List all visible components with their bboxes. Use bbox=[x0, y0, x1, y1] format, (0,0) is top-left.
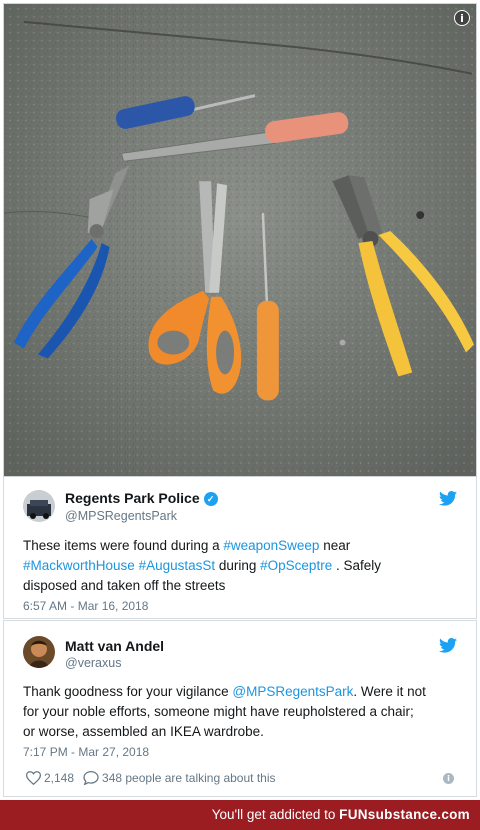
timestamp-reply[interactable]: 7:17 PM - Mar 27, 2018 bbox=[23, 745, 149, 759]
tweet-card-reply: Matt van Andel @veraxus Thank goodness f… bbox=[3, 620, 477, 797]
tweet-card-police: Regents Park Police ✓ @MPSRegentsPark The… bbox=[3, 477, 477, 619]
tweet-text-police: These items were found during a #weaponS… bbox=[23, 538, 381, 593]
author-handle-police[interactable]: @MPSRegentsPark bbox=[65, 509, 177, 523]
tools-photo: i bbox=[3, 3, 477, 477]
hashtag-opsceptre[interactable]: #OpSceptre bbox=[260, 558, 332, 573]
footer-text[interactable]: You'll get addicted to FUNsubstance.com bbox=[212, 807, 470, 822]
hashtag-weaponsweep[interactable]: #weaponSweep bbox=[223, 538, 319, 553]
like-count[interactable]: 2,148 bbox=[44, 771, 74, 785]
timestamp-police[interactable]: 6:57 AM - Mar 16, 2018 bbox=[23, 599, 148, 613]
heart-icon[interactable] bbox=[26, 771, 41, 785]
reply-bubble-icon[interactable] bbox=[83, 771, 99, 785]
twitter-bird-icon[interactable] bbox=[439, 491, 457, 506]
footer-brand: FUNsubstance.com bbox=[339, 807, 470, 822]
author-name-police[interactable]: Regents Park Police ✓ bbox=[65, 490, 218, 506]
talking-count[interactable]: 348 people are talking about this bbox=[102, 771, 275, 785]
author-name-matt[interactable]: Matt van Andel bbox=[65, 638, 164, 654]
mention-mpsregentspark[interactable]: @MPSRegentsPark bbox=[232, 684, 353, 699]
tweet-actions: 2,148 348 people are talking about this bbox=[26, 771, 276, 785]
avatar-matt[interactable] bbox=[23, 636, 55, 668]
twitter-bird-icon[interactable] bbox=[439, 638, 457, 653]
footer-banner: You'll get addicted to FUNsubstance.com bbox=[0, 800, 480, 830]
author-handle-matt[interactable]: @veraxus bbox=[65, 656, 121, 670]
info-icon[interactable]: i bbox=[454, 10, 470, 26]
hashtag-mackworthhouse[interactable]: #MackworthHouse bbox=[23, 558, 135, 573]
info-icon-small[interactable]: i bbox=[443, 773, 454, 784]
avatar-police[interactable] bbox=[23, 490, 55, 522]
tools-photo-illustration bbox=[4, 4, 476, 476]
verified-badge-icon: ✓ bbox=[203, 492, 218, 506]
tweet-text-reply: Thank goodness for your vigilance @MPSRe… bbox=[23, 684, 426, 739]
hashtag-augustasst[interactable]: #AugustasSt bbox=[139, 558, 216, 573]
